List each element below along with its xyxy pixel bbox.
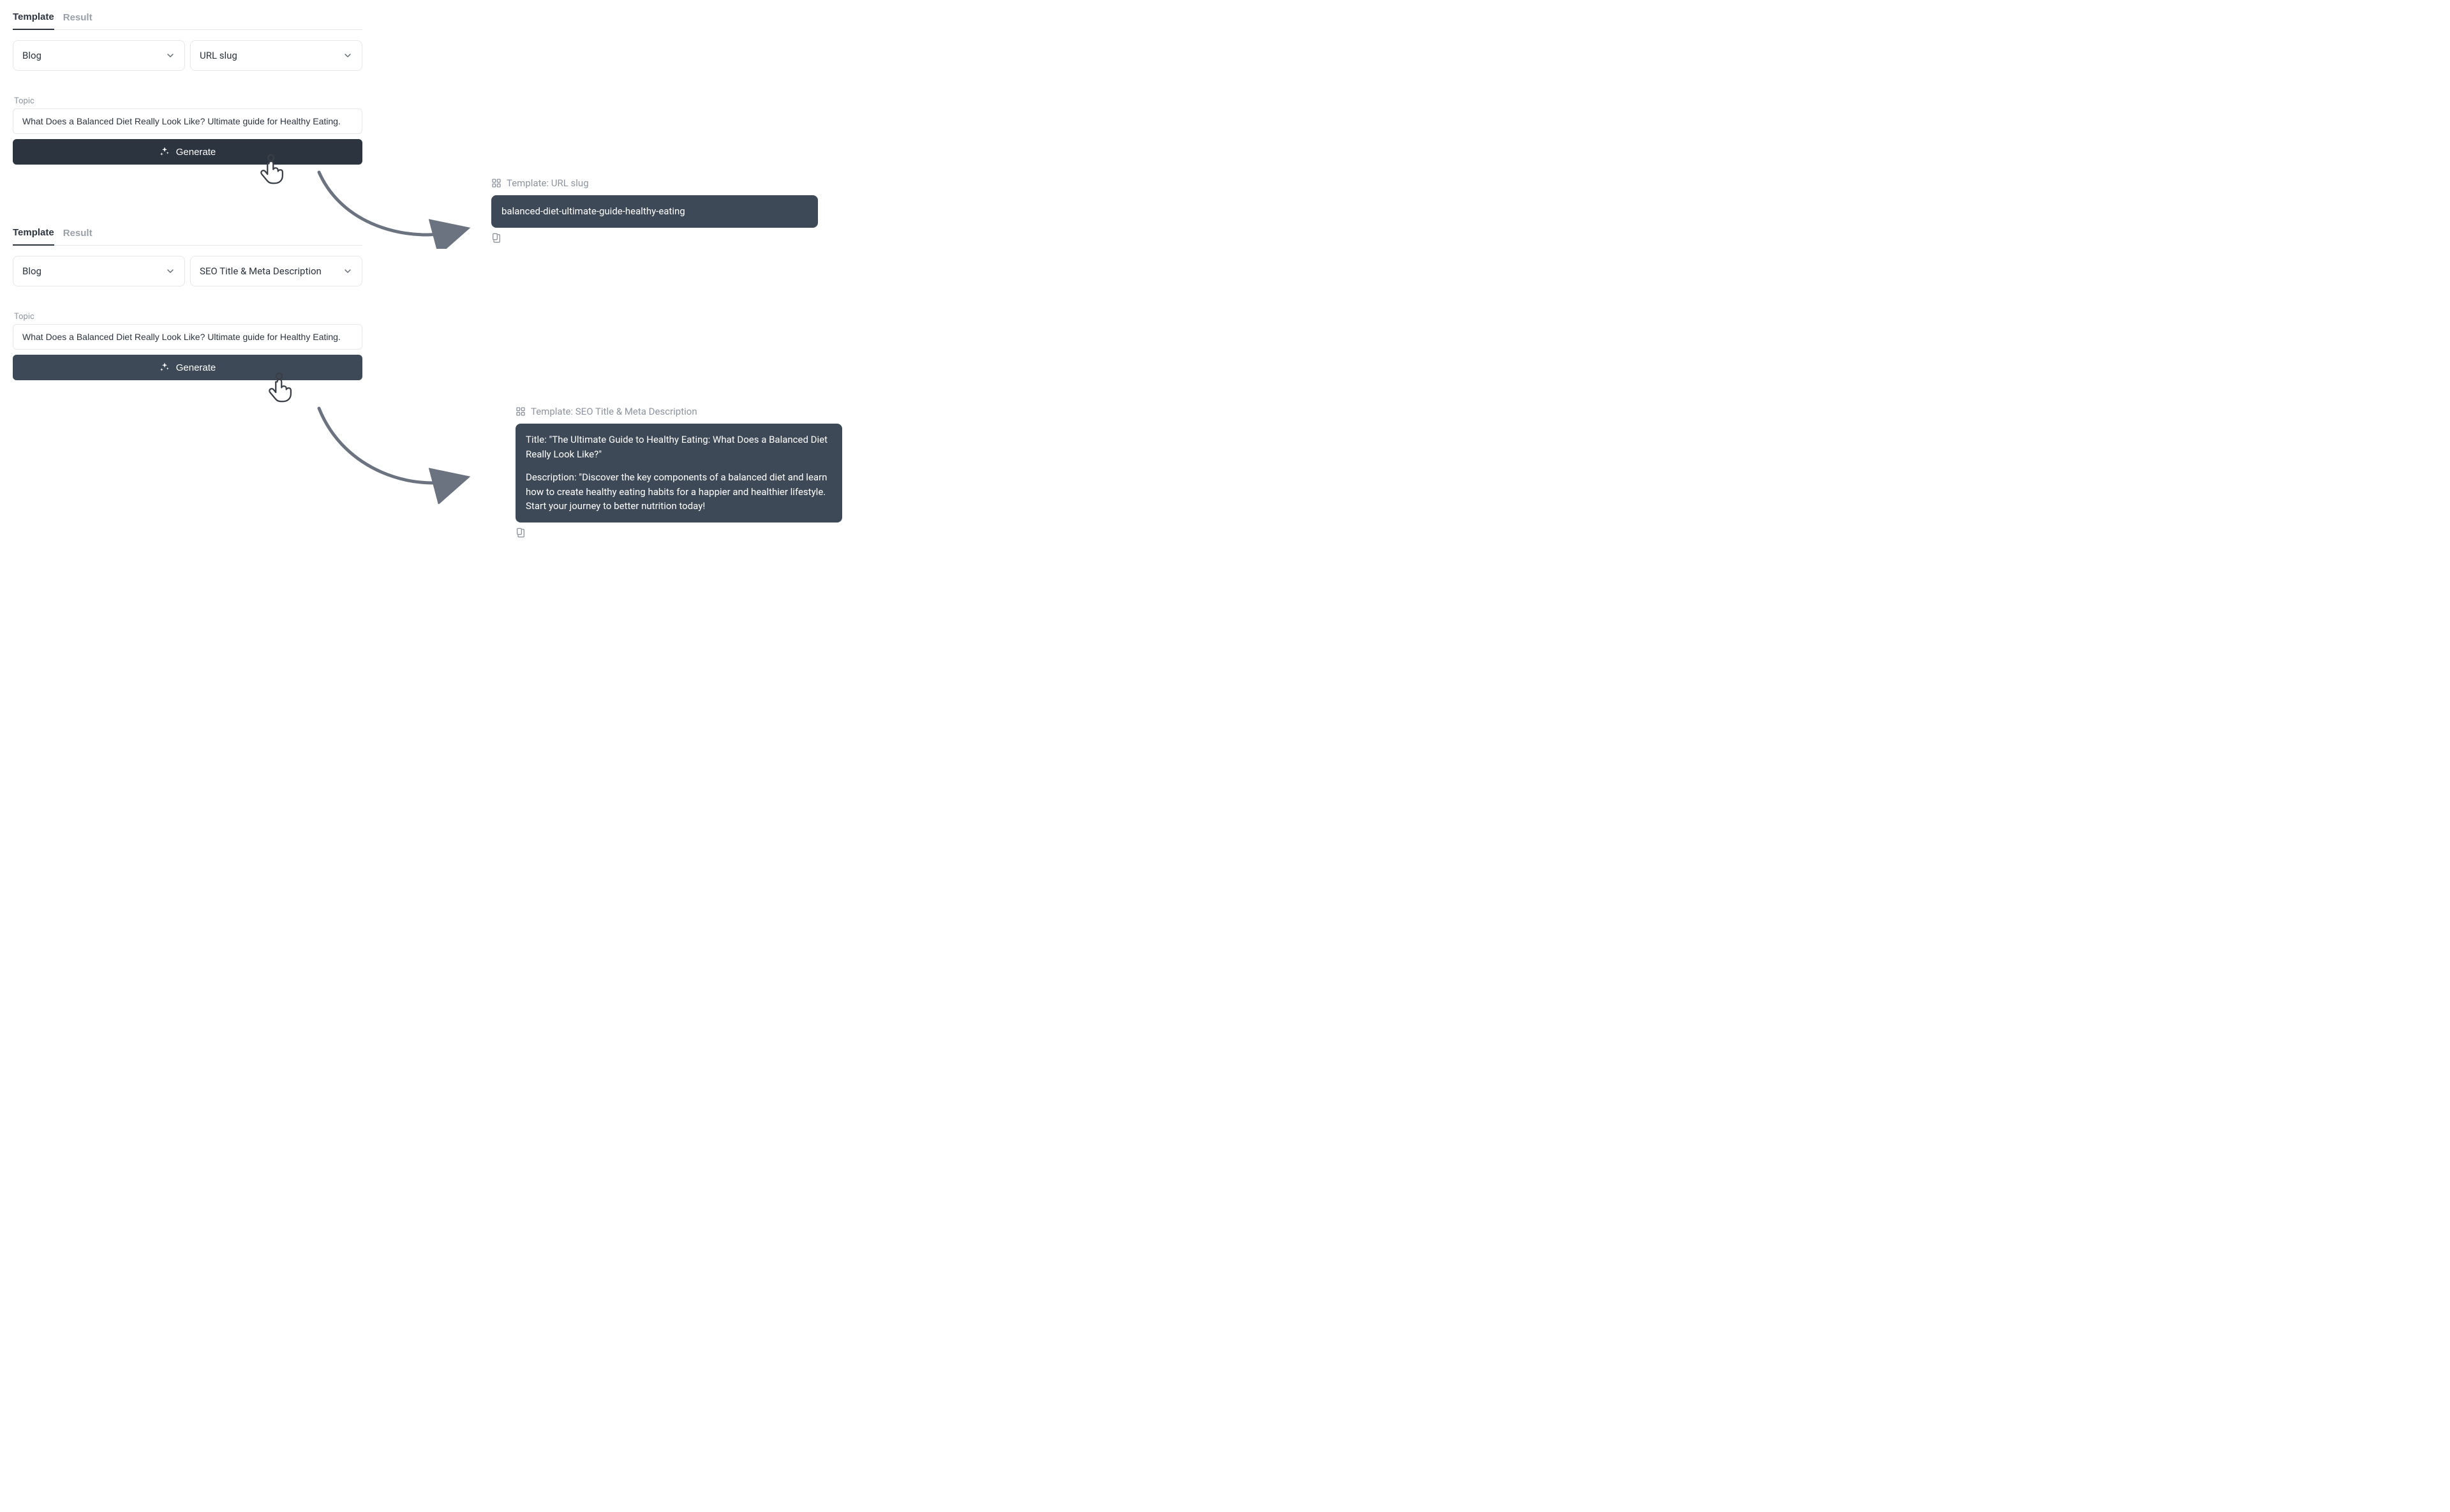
sparkles-icon <box>160 146 170 156</box>
topic-input[interactable] <box>13 324 362 350</box>
result-header: Template: SEO Title & Meta Description <box>516 406 842 417</box>
copy-icon[interactable] <box>516 528 526 538</box>
copy-icon[interactable] <box>491 233 501 243</box>
template-panel-1: Template Result Blog URL slug Topic Gene… <box>13 6 362 165</box>
template-panel-2: Template Result Blog SEO Title & Meta De… <box>13 222 362 380</box>
tabs: Template Result <box>13 6 362 30</box>
tab-template[interactable]: Template <box>13 6 54 30</box>
chevron-down-icon <box>343 266 353 276</box>
chevron-down-icon <box>165 266 175 276</box>
category-select[interactable]: Blog <box>13 40 185 71</box>
result-card: balanced-diet-ultimate-guide-healthy-eat… <box>491 195 818 228</box>
template-select[interactable]: URL slug <box>190 40 362 71</box>
tabs: Template Result <box>13 222 362 246</box>
generate-button-label: Generate <box>176 147 216 158</box>
sparkles-icon <box>160 362 170 372</box>
tab-result[interactable]: Result <box>63 6 93 29</box>
result-header-text: Template: SEO Title & Meta Description <box>531 406 697 417</box>
template-select-value: URL slug <box>200 50 237 61</box>
template-grid-icon <box>516 406 526 417</box>
template-grid-icon <box>491 178 501 188</box>
result-title-line: Title: "The Ultimate Guide to Healthy Ea… <box>526 433 832 461</box>
topic-label: Topic <box>14 96 362 106</box>
result-block-1: Template: URL slug balanced-diet-ultimat… <box>491 177 818 246</box>
result-text: balanced-diet-ultimate-guide-healthy-eat… <box>501 204 808 219</box>
tab-template[interactable]: Template <box>13 222 54 246</box>
template-select-value: SEO Title & Meta Description <box>200 265 322 277</box>
result-header-text: Template: URL slug <box>507 177 589 189</box>
generate-button[interactable]: Generate <box>13 139 362 165</box>
topic-label: Topic <box>14 312 362 322</box>
select-row: Blog SEO Title & Meta Description <box>13 256 362 286</box>
result-block-2: Template: SEO Title & Meta Description T… <box>516 406 842 540</box>
chevron-down-icon <box>343 50 353 61</box>
topic-input[interactable] <box>13 108 362 134</box>
result-card: Title: "The Ultimate Guide to Healthy Ea… <box>516 424 842 523</box>
chevron-down-icon <box>165 50 175 61</box>
template-select[interactable]: SEO Title & Meta Description <box>190 256 362 286</box>
tab-result[interactable]: Result <box>63 222 93 245</box>
category-select-value: Blog <box>22 50 41 61</box>
category-select-value: Blog <box>22 265 41 277</box>
category-select[interactable]: Blog <box>13 256 185 286</box>
result-header: Template: URL slug <box>491 177 818 189</box>
arrow-icon <box>306 396 472 504</box>
result-description-line: Description: "Discover the key component… <box>526 470 832 514</box>
select-row: Blog URL slug <box>13 40 362 71</box>
generate-button-label: Generate <box>176 362 216 373</box>
generate-button[interactable]: Generate <box>13 355 362 380</box>
